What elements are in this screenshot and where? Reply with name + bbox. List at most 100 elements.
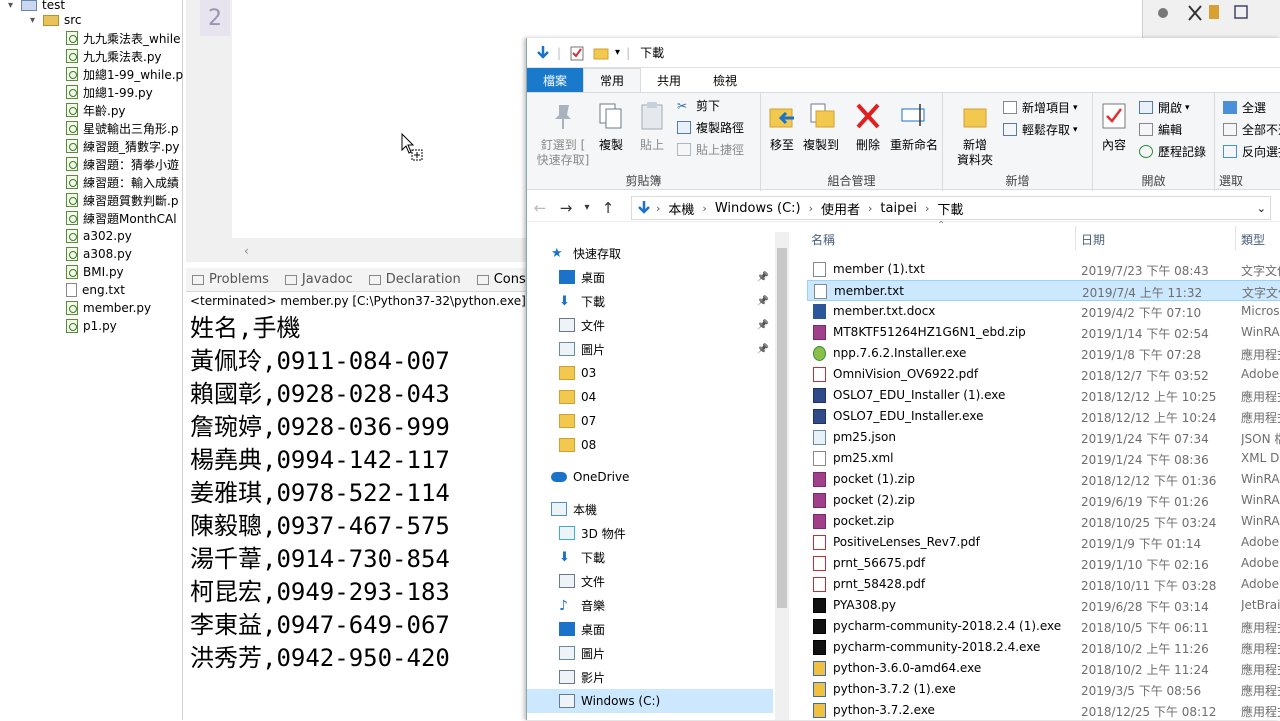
pin-icon[interactable]: 📌 xyxy=(757,296,769,307)
nav-item[interactable]: OneDrive xyxy=(527,465,773,489)
nav-item[interactable]: 文件 📌 xyxy=(527,313,773,337)
pin-quick-access-button[interactable]: 釘選到 [ 快速存取] xyxy=(535,101,591,168)
chevron-right-icon[interactable]: › xyxy=(868,202,872,215)
toolbar-icons[interactable] xyxy=(1143,0,1280,30)
ribbon-tab[interactable]: 常用 xyxy=(583,68,642,92)
file-row[interactable]: prnt_56675.pdf 2019/1/10 下午 02:16 Adobe xyxy=(807,553,1280,574)
paste-button[interactable]: 貼上 xyxy=(635,101,669,153)
copy-button[interactable]: 複製 xyxy=(595,101,627,153)
column-date[interactable]: 日期 xyxy=(1081,231,1105,248)
tab-declaration[interactable]: Declaration xyxy=(368,272,461,287)
tree-file[interactable]: 練習題_猜數字.py xyxy=(66,137,180,155)
tree-file[interactable]: a302.py xyxy=(66,227,132,245)
file-row[interactable]: pocket.zip 2018/10/25 下午 03:24 WinRAR xyxy=(807,511,1280,532)
nav-item[interactable]: 影片 xyxy=(527,665,773,689)
back-arrow-icon[interactable]: ← xyxy=(527,199,553,217)
new-folder-icon[interactable] xyxy=(593,45,609,61)
breadcrumb-item[interactable]: 下載 xyxy=(937,199,963,218)
nav-item[interactable]: 07 xyxy=(527,409,773,433)
file-row[interactable]: pm25.json 2019/1/24 下午 07:34 JSON 檔案 xyxy=(807,427,1280,448)
chevron-right-icon[interactable]: › xyxy=(702,202,706,215)
rename-button[interactable]: 重新命名 xyxy=(887,101,941,153)
file-row[interactable]: pycharm-community-2018.2.4 (1).exe 2018/1… xyxy=(807,616,1280,637)
file-row[interactable]: OSLO7_EDU_Installer (1).exe 2018/12/12 上午… xyxy=(807,385,1280,406)
nav-item[interactable]: 04 xyxy=(527,385,773,409)
ribbon-tab[interactable]: 檢視 xyxy=(697,68,753,92)
nav-item[interactable]: 08 xyxy=(527,433,773,457)
column-name[interactable]: 名稱 xyxy=(811,231,835,248)
column-type[interactable]: 類型 xyxy=(1241,231,1265,248)
tree-file[interactable]: 年齡.py xyxy=(66,101,126,119)
file-row[interactable]: npp.7.6.2.Installer.exe 2019/1/8 下午 07:28… xyxy=(807,343,1280,364)
nav-item[interactable]: ★ 快速存取 xyxy=(527,241,773,265)
tab-javadoc[interactable]: Javadoc xyxy=(284,272,353,287)
copy-path-button[interactable]: 複製路徑 xyxy=(677,119,744,136)
file-row[interactable]: python-3.7.2 (1).exe 2019/3/5 下午 08:56 應用程… xyxy=(807,679,1280,700)
file-row[interactable]: pycharm-community-2018.2.4.exe 2018/10/2 … xyxy=(807,637,1280,658)
file-row[interactable]: pocket (1).zip 2018/12/12 下午 01:36 WinRAR xyxy=(807,469,1280,490)
tree-file[interactable]: p1.py xyxy=(66,317,117,335)
tree-file[interactable]: 九九乘法表.py xyxy=(66,47,162,65)
file-row[interactable]: member (1).txt 2019/7/23 下午 08:43 文字文件 xyxy=(807,259,1280,280)
recent-chevron-icon[interactable]: ▾ xyxy=(579,202,595,213)
breadcrumb-item[interactable]: Windows (C:) xyxy=(715,201,801,216)
invert-selection-button[interactable]: 反向選擇 xyxy=(1223,143,1280,160)
editor-horizontal-scrollbar[interactable]: ‹ xyxy=(232,240,532,260)
move-to-button[interactable]: 移至 xyxy=(765,101,799,153)
nav-item[interactable]: 3D 物件 xyxy=(527,521,773,545)
cut-button[interactable]: ✂ 剪下 xyxy=(677,97,720,114)
chevron-down-icon[interactable]: ▾ xyxy=(8,0,18,11)
file-row[interactable]: pocket (2).zip 2019/6/19 下午 01:26 WinRAR xyxy=(807,490,1280,511)
ribbon-tab[interactable]: 檔案 xyxy=(527,68,584,92)
history-button[interactable]: 歷程記錄 xyxy=(1139,143,1206,160)
file-row[interactable]: python-3.6.0-amd64.exe 2018/10/2 上午 11:24… xyxy=(807,658,1280,679)
edit-button[interactable]: 編輯 xyxy=(1139,121,1182,138)
tree-file[interactable]: 九九乘法表_while xyxy=(66,29,180,47)
breadcrumb-item[interactable]: 本機 xyxy=(668,199,694,218)
nav-item[interactable]: 本機 xyxy=(527,497,773,521)
forward-arrow-icon[interactable]: → xyxy=(553,199,579,217)
select-none-button[interactable]: 全部不選 xyxy=(1223,121,1280,138)
file-row[interactable]: pm25.xml 2019/1/24 下午 08:36 XML Do xyxy=(807,448,1280,469)
nav-item[interactable]: Windows (C:) xyxy=(527,689,773,713)
file-row[interactable]: PositiveLenses_Rev7.pdf 2019/1/9 下午 01:14… xyxy=(807,532,1280,553)
tree-file[interactable]: 練習題：猜拳小遊 xyxy=(66,155,179,173)
nav-scrollbar-thumb[interactable] xyxy=(777,248,787,608)
tree-file[interactable]: 練習題：輸入成績 xyxy=(66,173,179,191)
chevron-down-icon[interactable]: ▾ xyxy=(615,47,620,58)
nav-item[interactable]: 桌面 xyxy=(527,617,773,641)
select-all-button[interactable]: 全選 xyxy=(1223,99,1266,116)
tree-file[interactable]: 練習題MonthCAl xyxy=(66,209,177,227)
breadcrumb-item[interactable]: taipei xyxy=(880,201,917,216)
ribbon-tab[interactable]: 共用 xyxy=(641,68,697,92)
properties-check-icon[interactable] xyxy=(569,45,585,61)
file-row[interactable]: python-3.7.2.exe 2018/12/25 下午 08:12 應用程式 xyxy=(807,700,1280,721)
pin-icon[interactable]: 📌 xyxy=(757,344,769,355)
column-divider[interactable] xyxy=(1075,226,1076,250)
file-row[interactable]: OSLO7_EDU_Installer.exe 2018/12/12 上午 10:… xyxy=(807,406,1280,427)
nav-item[interactable]: 桌面 📌 xyxy=(527,265,773,289)
easy-access-button[interactable]: 輕鬆存取 ▾ xyxy=(1003,121,1078,138)
nav-item[interactable]: 圖片 xyxy=(527,641,773,665)
column-divider[interactable] xyxy=(1235,226,1236,250)
file-row[interactable]: prnt_58428.pdf 2018/10/11 下午 03:28 Adobe xyxy=(807,574,1280,595)
nav-item[interactable]: 文件 xyxy=(527,569,773,593)
tree-file[interactable]: 加總1-99_while.p xyxy=(66,65,183,83)
nav-item[interactable]: ♪ 音樂 xyxy=(527,593,773,617)
tree-file[interactable]: 星號輸出三角形.p xyxy=(66,119,178,137)
properties-button[interactable]: 內容 xyxy=(1099,101,1129,153)
file-row[interactable]: member.txt.docx 2019/4/2 下午 07:10 Microsof… xyxy=(807,301,1280,322)
new-item-button[interactable]: 新增項目 ▾ xyxy=(1003,99,1078,116)
address-box[interactable]: › 本機 › Windows (C:) › 使用者 › taipei › 下載 ⌄ xyxy=(631,196,1271,220)
nav-item[interactable]: ⬇ 下載 📌 xyxy=(527,289,773,313)
tree-file[interactable]: eng.txt xyxy=(66,281,125,299)
copy-to-button[interactable]: 複製到 xyxy=(801,101,841,153)
file-row[interactable]: MT8KTF51264HZ1G6N1_ebd.zip 2019/1/14 下午 0… xyxy=(807,322,1280,343)
delete-button[interactable]: 刪除 xyxy=(853,101,883,153)
tree-file[interactable]: BMI.py xyxy=(66,263,124,281)
tree-file[interactable]: 加總1-99.py xyxy=(66,83,153,101)
tab-problems[interactable]: Problems xyxy=(192,272,269,287)
new-folder-button[interactable]: 新增 資料夾 xyxy=(957,101,993,168)
chevron-right-icon[interactable]: › xyxy=(809,202,813,215)
nav-item[interactable]: ⬇ 下載 xyxy=(527,545,773,569)
